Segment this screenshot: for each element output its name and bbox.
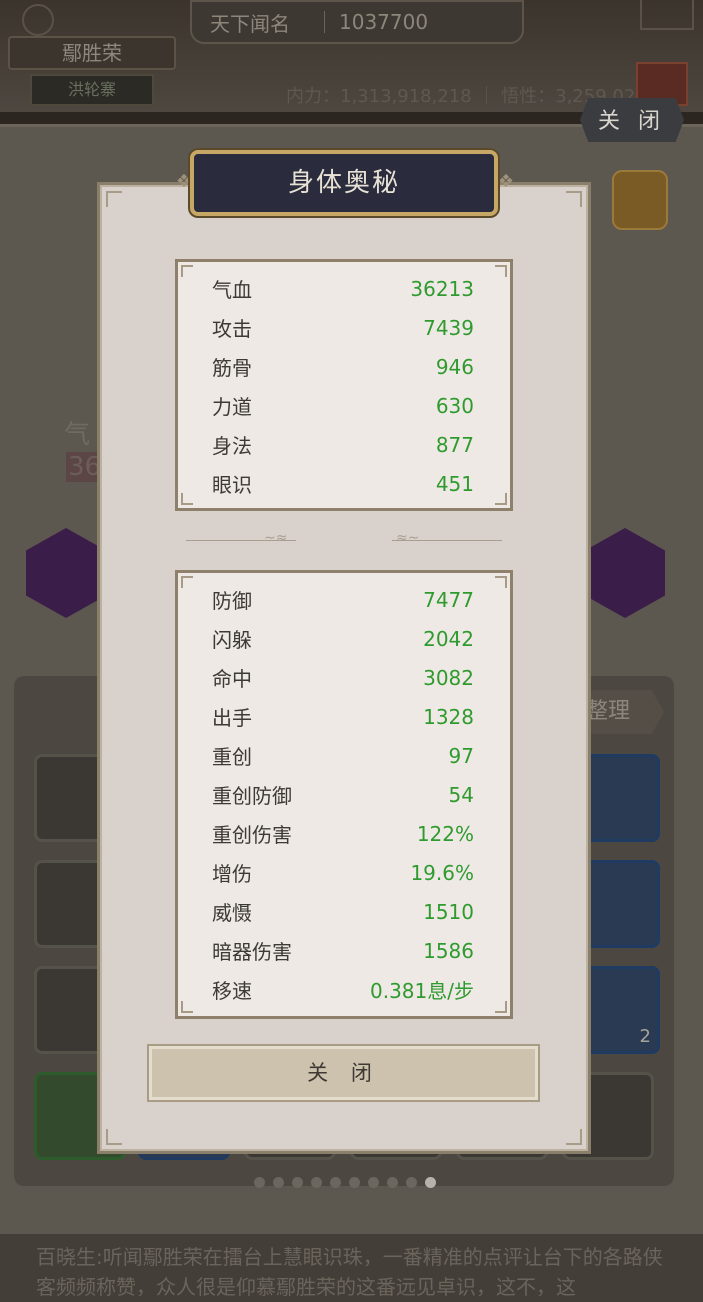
stat-value: 7439 — [423, 315, 474, 340]
stat-value: 0.381息/步 — [370, 979, 474, 1003]
stat-label: 眼识 — [212, 473, 252, 497]
stat-value: 451 — [435, 471, 474, 496]
divider-line — [392, 540, 502, 541]
stat-value: 19.6% — [410, 860, 474, 885]
stat-label: 身法 — [212, 434, 252, 458]
page-dot[interactable] — [292, 1177, 303, 1188]
lantern-icon[interactable] — [612, 170, 668, 230]
slot-count: 2 — [639, 1026, 651, 1047]
page-dot[interactable] — [254, 1177, 265, 1188]
stat-value: 1510 — [423, 899, 474, 924]
page-indicator — [254, 1177, 436, 1188]
section-divider: ∼≈ ≈∼ — [180, 530, 508, 546]
stat-row: 移速 0.381息/步 — [212, 970, 474, 1009]
stat-label: 重创防御 — [212, 784, 292, 808]
stat-value: 877 — [435, 432, 474, 457]
corner-ornament — [106, 191, 122, 207]
page-dot[interactable] — [406, 1177, 417, 1188]
divider-ornament-icon: ≈∼ — [396, 530, 420, 546]
stat-value: 630 — [435, 393, 474, 418]
stat-value: 7477 — [423, 587, 474, 612]
character-sect: 洪轮寨 — [30, 74, 154, 106]
stat-label: 重创伤害 — [212, 823, 292, 847]
page-dot[interactable] — [425, 1177, 436, 1188]
sort-button[interactable]: 整理 — [580, 690, 664, 734]
stat-row: 筋骨 946 — [212, 347, 474, 386]
fame-label: 天下闻名 — [210, 11, 290, 36]
corner-ornament — [566, 191, 582, 207]
bg-stat-label: 气 — [64, 420, 91, 450]
corner-ornament — [495, 1001, 507, 1013]
title-ornament-icon: ❖ — [497, 171, 515, 192]
stat-value: 1586 — [423, 938, 474, 963]
page-dot[interactable] — [387, 1177, 398, 1188]
page-dot[interactable] — [311, 1177, 322, 1188]
advanced-stats-box: 防御 7477 闪躲 2042 命中 3082 出手 1328 重创 97 重创防御 54 重创伤害 12… — [175, 570, 513, 1019]
stat-value: 1328 — [423, 704, 474, 729]
mail-icon[interactable] — [640, 0, 694, 30]
stat-value: 946 — [435, 354, 474, 379]
basic-stats-box: 气血 36213 攻击 7439 筋骨 946 力道 630 身法 877 眼识 451 — [175, 259, 513, 511]
stat-label: 攻击 — [212, 317, 252, 341]
stat-row: 攻击 7439 — [212, 308, 474, 347]
stat-value: 3082 — [423, 665, 474, 690]
page-dot[interactable] — [330, 1177, 341, 1188]
corner-ornament — [495, 576, 507, 588]
stat-label: 威慑 — [212, 901, 252, 925]
stat-label: 命中 — [212, 667, 252, 691]
stat-row: 暗器伤害 1586 — [212, 931, 474, 970]
character-name: 鄢胜荣 — [8, 36, 176, 70]
stat-label: 筋骨 — [212, 356, 252, 380]
stat-label: 重创 — [212, 745, 252, 769]
stat-row: 防御 7477 — [212, 580, 474, 619]
stat-label: 力道 — [212, 395, 252, 419]
gender-icon[interactable] — [22, 4, 54, 36]
corner-ornament — [181, 493, 193, 505]
corner-ornament — [181, 576, 193, 588]
stat-label: 出手 — [212, 706, 252, 730]
corner-ornament — [181, 1001, 193, 1013]
page-dot[interactable] — [273, 1177, 284, 1188]
stat-row: 力道 630 — [212, 386, 474, 425]
stat-row: 增伤 19.6% — [212, 853, 474, 892]
stat-row: 命中 3082 — [212, 658, 474, 697]
outer-close-button[interactable]: 关 闭 — [580, 98, 684, 142]
story-text: 百晓生:听闻鄢胜荣在擂台上慧眼识珠，一番精准的点评让台下的各路侠客频频称赞，众人… — [0, 1234, 703, 1302]
stat-row: 气血 36213 — [212, 269, 474, 308]
power-stats: 内力：1,313,918,218 ｜ 悟性：3,259,02 — [286, 86, 636, 107]
stat-row: 威慑 1510 — [212, 892, 474, 931]
corner-ornament — [566, 1129, 582, 1145]
stat-row: 闪躲 2042 — [212, 619, 474, 658]
stat-label: 气血 — [212, 278, 252, 302]
stat-label: 防御 — [212, 589, 252, 613]
corner-ornament — [495, 493, 507, 505]
fame-value: 1037700 — [339, 10, 429, 34]
stat-label: 移速 — [212, 979, 252, 1003]
dialog-title: 身体奥秘 — [190, 150, 498, 216]
stat-value: 122% — [416, 821, 474, 846]
page-dot[interactable] — [349, 1177, 360, 1188]
stat-row: 身法 877 — [212, 425, 474, 464]
corner-ornament — [106, 1129, 122, 1145]
stat-label: 增伤 — [212, 862, 252, 886]
page-dot[interactable] — [368, 1177, 379, 1188]
stat-row: 重创伤害 122% — [212, 814, 474, 853]
stat-value: 2042 — [423, 626, 474, 651]
stat-value: 97 — [448, 743, 474, 768]
stat-value: 54 — [448, 782, 474, 807]
stat-label: 闪躲 — [212, 628, 252, 652]
banner-divider — [324, 11, 325, 33]
stat-label: 暗器伤害 — [212, 940, 292, 964]
stat-value: 36213 — [410, 276, 474, 301]
corner-ornament — [495, 265, 507, 277]
stat-row: 眼识 451 — [212, 464, 474, 503]
corner-ornament — [181, 265, 193, 277]
stat-row: 出手 1328 — [212, 697, 474, 736]
stat-row: 重创防御 54 — [212, 775, 474, 814]
stat-row: 重创 97 — [212, 736, 474, 775]
divider-ornament-icon: ∼≈ — [264, 530, 288, 546]
fame-banner: 天下闻名 1037700 — [190, 0, 524, 44]
close-button[interactable]: 关 闭 — [147, 1044, 540, 1102]
